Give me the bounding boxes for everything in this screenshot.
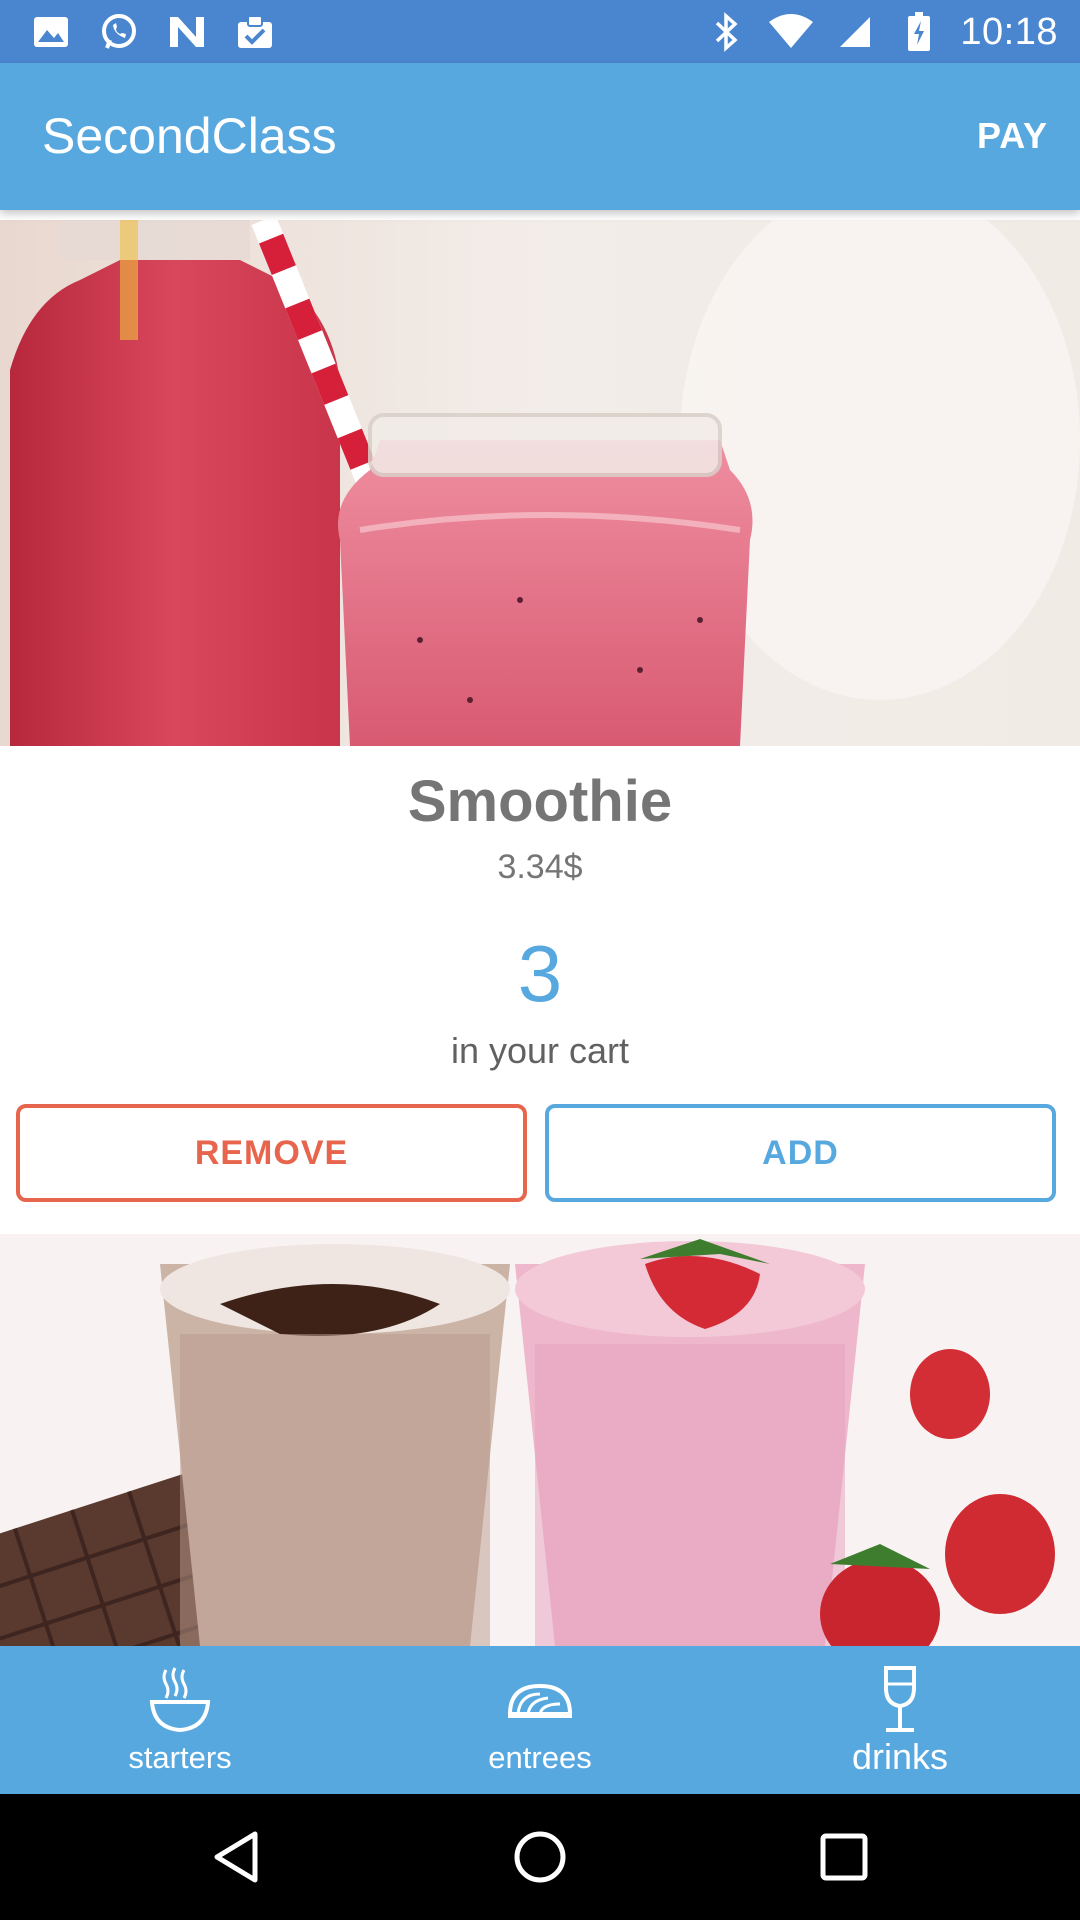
nav-item-drinks[interactable]: drinks	[720, 1646, 1080, 1794]
nav-item-starters[interactable]: starters	[0, 1646, 360, 1794]
whatsapp-icon	[96, 9, 142, 55]
app-title: SecondClass	[42, 108, 337, 164]
wine-glass-icon	[720, 1664, 1080, 1736]
item-price: 3.34$	[497, 848, 583, 886]
back-icon[interactable]	[186, 1812, 286, 1902]
bottom-navigation: starters entrees drinks	[0, 1646, 1080, 1794]
n-app-icon	[164, 9, 210, 55]
add-button[interactable]: ADD	[545, 1104, 1056, 1202]
item-name: Smoothie	[407, 769, 673, 834]
status-bar: 10:18	[0, 0, 1080, 63]
clipboard-check-icon	[232, 9, 278, 55]
battery-icon	[896, 9, 942, 55]
system-status-icons: 10:18	[704, 8, 1058, 56]
signal-icon	[832, 9, 878, 55]
remove-button[interactable]: REMOVE	[16, 1104, 527, 1202]
bluetooth-icon	[704, 9, 750, 55]
app-bar: SecondClass PAY	[0, 63, 1080, 210]
home-icon[interactable]	[490, 1812, 590, 1902]
nav-label-entrees: entrees	[488, 1740, 592, 1775]
notification-icons	[28, 8, 278, 56]
smoothie-hero-image	[0, 220, 1080, 746]
system-navigation-bar	[0, 1794, 1080, 1920]
wifi-icon	[768, 9, 814, 55]
cart-label: in your cart	[450, 1030, 630, 1071]
cart-count: 3	[517, 929, 563, 1018]
nav-label-drinks: drinks	[851, 1736, 949, 1777]
nav-item-entrees[interactable]: entrees	[360, 1646, 720, 1794]
soup-bowl-icon	[0, 1664, 360, 1736]
recents-icon[interactable]	[794, 1812, 894, 1902]
status-time: 10:18	[960, 10, 1058, 53]
pay-button[interactable]: PAY	[977, 115, 1048, 157]
image-icon	[28, 9, 74, 55]
pasta-icon	[360, 1664, 720, 1736]
nav-label-starters: starters	[128, 1740, 232, 1775]
milkshakes-image	[0, 1234, 1080, 1646]
